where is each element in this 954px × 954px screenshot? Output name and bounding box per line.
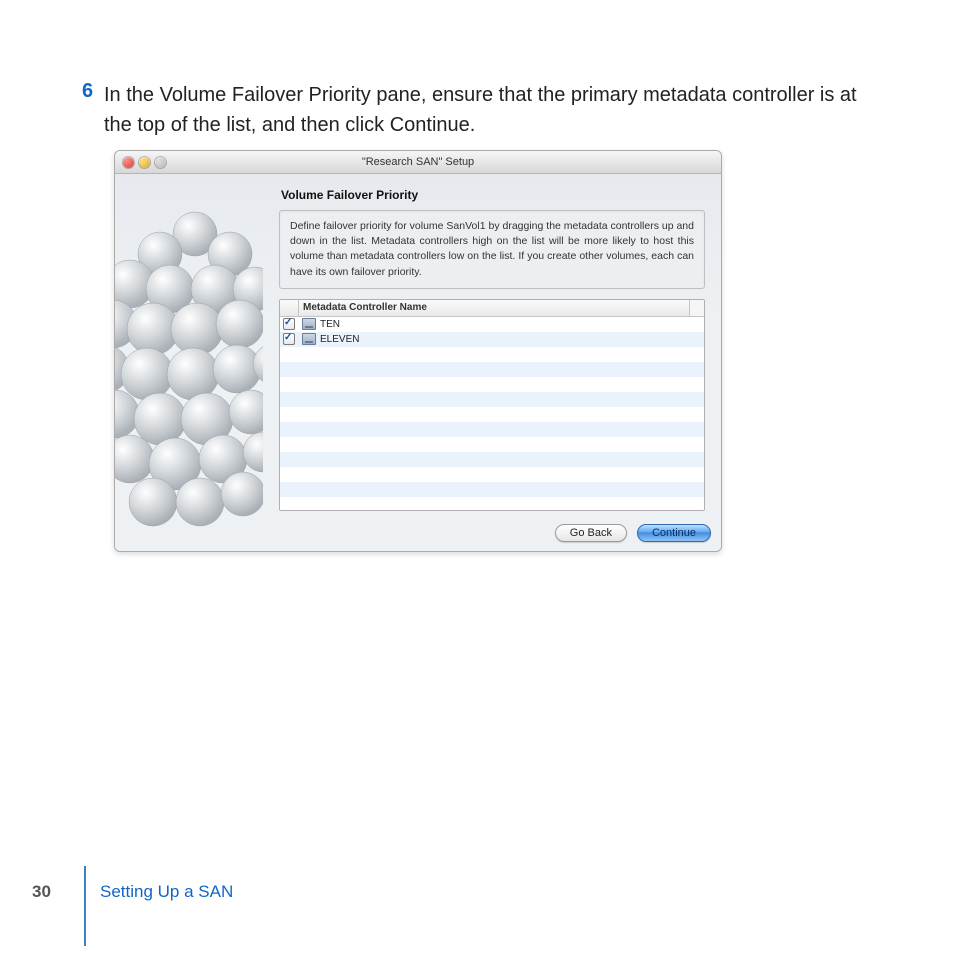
table-row xyxy=(280,377,704,392)
step-instruction: In the Volume Failover Priority pane, en… xyxy=(104,80,874,140)
setup-window: "Research SAN" Setup xyxy=(114,150,722,552)
table-row xyxy=(280,422,704,437)
controller-list[interactable]: Metadata Controller Name TEN ELEVEN xyxy=(279,299,705,511)
sidebar-graphic xyxy=(115,174,263,552)
go-back-button[interactable]: Go Back xyxy=(555,524,627,542)
row-checkbox[interactable] xyxy=(283,333,295,345)
server-icon xyxy=(302,333,316,345)
table-row xyxy=(280,482,704,497)
table-row xyxy=(280,362,704,377)
list-header: Metadata Controller Name xyxy=(280,300,704,317)
pane-title: Volume Failover Priority xyxy=(263,174,721,208)
continue-button[interactable]: Continue xyxy=(637,524,711,542)
footer-rule xyxy=(84,866,86,946)
page-number: 30 xyxy=(32,882,51,902)
table-row xyxy=(280,392,704,407)
table-row[interactable]: TEN xyxy=(280,317,704,332)
table-row xyxy=(280,497,704,511)
server-icon xyxy=(302,318,316,330)
table-row xyxy=(280,467,704,482)
table-row xyxy=(280,347,704,362)
controller-name: TEN xyxy=(320,319,340,330)
step-number: 6 xyxy=(82,80,93,103)
chapter-title: Setting Up a SAN xyxy=(100,882,233,902)
pane-description: Define failover priority for volume SanV… xyxy=(279,210,705,289)
controller-name: ELEVEN xyxy=(320,334,359,345)
window-title: "Research SAN" Setup xyxy=(115,156,721,168)
row-checkbox[interactable] xyxy=(283,318,295,330)
column-header-name[interactable]: Metadata Controller Name xyxy=(299,300,690,316)
window-titlebar: "Research SAN" Setup xyxy=(115,151,721,174)
table-row xyxy=(280,437,704,452)
table-row xyxy=(280,452,704,467)
table-row[interactable]: ELEVEN xyxy=(280,332,704,347)
table-row xyxy=(280,407,704,422)
